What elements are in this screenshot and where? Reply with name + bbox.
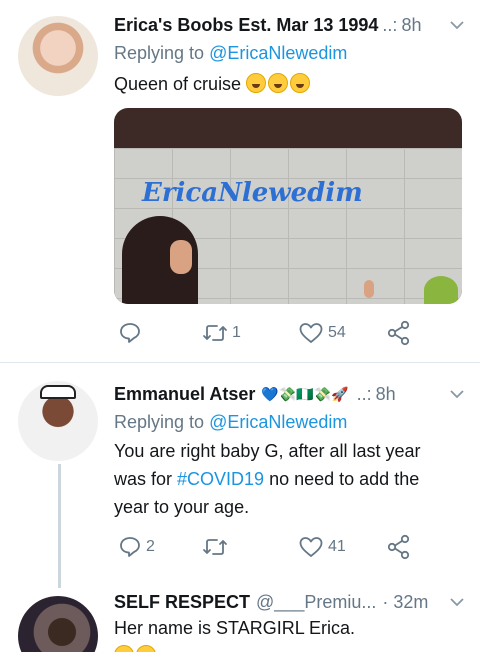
reply-button[interactable] xyxy=(118,319,146,347)
tweet-actions: 2 41 xyxy=(114,533,414,561)
retweet-icon xyxy=(203,325,227,341)
rolling-laughing-emoji-icon xyxy=(268,73,289,93)
chevron-down-icon[interactable] xyxy=(450,18,464,32)
retweet-icon xyxy=(203,539,227,555)
replying-to: Replying to @EricaNlewedim xyxy=(114,43,347,64)
name-truncation: ..: xyxy=(382,14,398,35)
avatar[interactable] xyxy=(18,381,98,461)
tweet-actions: 1 54 xyxy=(114,319,414,347)
display-name[interactable]: Erica's Boobs Est. Mar 13 1994 xyxy=(114,15,378,36)
retweet-button[interactable]: 1 xyxy=(202,319,241,347)
timestamp[interactable]: · 32m xyxy=(382,592,428,613)
like-button[interactable]: 41 xyxy=(298,533,346,561)
media-caption: EricaNlewedim xyxy=(142,178,363,208)
rolling-laughing-emoji-icon xyxy=(246,73,267,93)
tweet-text: Queen of cruise xyxy=(114,70,454,98)
reply-prefix: Replying to xyxy=(114,43,205,63)
tweet-text: Her name is STARGIRL Erica. xyxy=(114,614,454,652)
like-count: 41 xyxy=(328,538,346,555)
timestamp[interactable]: 8h xyxy=(401,15,421,36)
retweet-count: 1 xyxy=(232,324,241,341)
replying-to: Replying to @EricaNlewedim xyxy=(114,412,347,433)
media-hand xyxy=(364,280,374,298)
reply-mention-link[interactable]: @EricaNlewedim xyxy=(209,412,347,432)
tweet-text-content: Her name is STARGIRL Erica. xyxy=(114,618,356,638)
chevron-down-icon[interactable] xyxy=(450,387,464,401)
reply-count: 2 xyxy=(146,538,155,555)
avatar[interactable] xyxy=(18,16,98,96)
chevron-down-icon[interactable] xyxy=(450,595,464,609)
share-button[interactable] xyxy=(386,319,412,347)
hashtag-link[interactable]: #COVID19 xyxy=(177,469,264,489)
display-name[interactable]: SELF RESPECT xyxy=(114,592,250,613)
display-name[interactable]: Emmanuel Atser xyxy=(114,384,255,405)
tweet-1[interactable]: Erica's Boobs Est. Mar 13 1994 ..: 8h Re… xyxy=(0,0,480,362)
avatar[interactable] xyxy=(18,596,98,652)
grinning-emoji-icon xyxy=(136,645,156,652)
like-count: 54 xyxy=(328,324,346,341)
tweet-header: Erica's Boobs Est. Mar 13 1994 ..: 8h xyxy=(114,12,464,38)
tweet-header: SELF RESPECT @___Premiu... · 32m xyxy=(114,589,464,615)
tweet-media[interactable]: EricaNlewedim xyxy=(114,108,462,304)
reply-prefix: Replying to xyxy=(114,412,205,432)
like-icon xyxy=(299,323,323,343)
timestamp[interactable]: 8h xyxy=(376,384,396,405)
thread-connector-line xyxy=(58,464,61,588)
retweet-button[interactable] xyxy=(202,533,232,561)
media-face xyxy=(170,240,192,274)
tweet-3[interactable]: SELF RESPECT @___Premiu... · 32m Her nam… xyxy=(0,588,480,652)
name-emojis: 💙💸🇳🇬💸🚀 xyxy=(261,385,349,402)
share-icon xyxy=(387,534,410,560)
reply-mention-link[interactable]: @EricaNlewedim xyxy=(209,43,347,63)
rolling-laughing-emoji-icon xyxy=(290,73,311,93)
tweet-text: You are right baby G, after all last yea… xyxy=(114,437,454,521)
name-truncation: ..: xyxy=(356,383,372,404)
like-button[interactable]: 54 xyxy=(298,319,346,347)
like-icon xyxy=(299,537,323,557)
grinning-emoji-icon xyxy=(114,645,134,652)
tweet-2[interactable]: Emmanuel Atser 💙💸🇳🇬💸🚀 ..: 8h Replying to… xyxy=(0,363,480,588)
reply-icon xyxy=(120,537,140,557)
avatar-cap xyxy=(40,385,76,399)
share-icon xyxy=(387,320,410,346)
tweet-header: Emmanuel Atser 💙💸🇳🇬💸🚀 ..: 8h xyxy=(114,381,464,407)
reply-button[interactable]: 2 xyxy=(118,533,155,561)
user-handle[interactable]: @___Premiu... xyxy=(256,592,376,613)
reply-icon xyxy=(120,323,140,343)
tweet-text-content: Queen of cruise xyxy=(114,74,242,94)
share-button[interactable] xyxy=(386,533,412,561)
media-plant xyxy=(424,276,458,304)
